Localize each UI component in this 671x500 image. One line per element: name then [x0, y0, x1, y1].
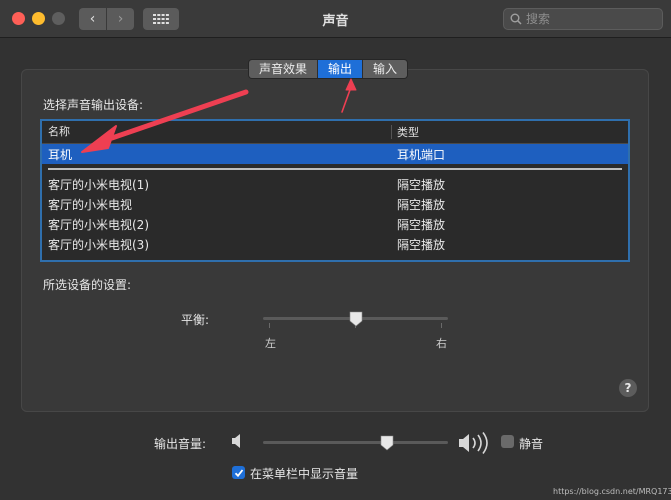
output-volume-slider[interactable] [263, 441, 448, 444]
mute-label: 静音 [519, 437, 544, 451]
search-input[interactable] [526, 12, 656, 26]
title-bar: ‹ › 声音 [0, 0, 671, 38]
device-type: 隔空播放 [397, 177, 446, 192]
tab-bar: 声音效果 输出 输入 [248, 59, 409, 79]
watermark: https://blog.csdn.net/MRQ1734 [553, 487, 671, 496]
table-header: 名称 类型 [42, 121, 628, 144]
search-icon [510, 13, 522, 25]
checkmark-icon [234, 468, 243, 477]
device-type: 隔空播放 [397, 217, 446, 232]
balance-left-label: 左 [265, 337, 276, 350]
balance-slider-knob[interactable] [349, 311, 363, 327]
device-type: 隔空播放 [397, 237, 446, 252]
tab-input[interactable]: 输入 [363, 60, 408, 78]
device-separator [42, 164, 628, 174]
balance-tick-left [269, 323, 270, 328]
column-header-name[interactable]: 名称 [42, 125, 392, 139]
device-name: 客厅的小米电视(3) [48, 237, 149, 252]
table-row[interactable]: 客厅的小米电视(1) 隔空播放 [42, 174, 628, 194]
device-type: 隔空播放 [397, 197, 446, 212]
balance-right-label: 右 [436, 337, 447, 350]
speaker-low-icon [232, 434, 240, 448]
device-type: 耳机端口 [397, 147, 446, 162]
balance-tick-right [441, 323, 442, 328]
table-row-selected[interactable]: 耳机 耳机端口 [42, 144, 628, 164]
output-section-label: 选择声音输出设备: [43, 98, 144, 112]
show-volume-in-menubar-label: 在菜单栏中显示音量 [250, 467, 359, 481]
table-row[interactable]: 客厅的小米电视(2) 隔空播放 [42, 214, 628, 234]
search-field[interactable] [503, 8, 663, 30]
mute-checkbox[interactable] [501, 435, 514, 448]
table-row[interactable]: 客厅的小米电视(3) 隔空播放 [42, 234, 628, 254]
device-name: 客厅的小米电视(2) [48, 217, 149, 232]
tab-sound-effects[interactable]: 声音效果 [249, 60, 319, 78]
show-volume-in-menubar-checkbox[interactable] [232, 466, 245, 479]
help-button[interactable]: ? [619, 379, 637, 397]
device-name: 客厅的小米电视(1) [48, 177, 149, 192]
output-device-table[interactable]: 名称 类型 耳机 耳机端口 客厅的小米电视(1) 隔空播放 客厅的小米电视 隔空… [40, 119, 630, 262]
device-name: 耳机 [48, 147, 73, 162]
device-name: 客厅的小米电视 [48, 197, 133, 212]
balance-label: 平衡: [181, 313, 210, 327]
tab-output[interactable]: 输出 [318, 60, 364, 78]
volume-slider-knob[interactable] [380, 435, 394, 451]
column-header-type[interactable]: 类型 [392, 124, 419, 140]
output-volume-label: 输出音量: [154, 437, 207, 451]
table-row[interactable]: 客厅的小米电视 隔空播放 [42, 194, 628, 214]
device-settings-label: 所选设备的设置: [43, 278, 132, 292]
speaker-high-icon [459, 432, 488, 454]
